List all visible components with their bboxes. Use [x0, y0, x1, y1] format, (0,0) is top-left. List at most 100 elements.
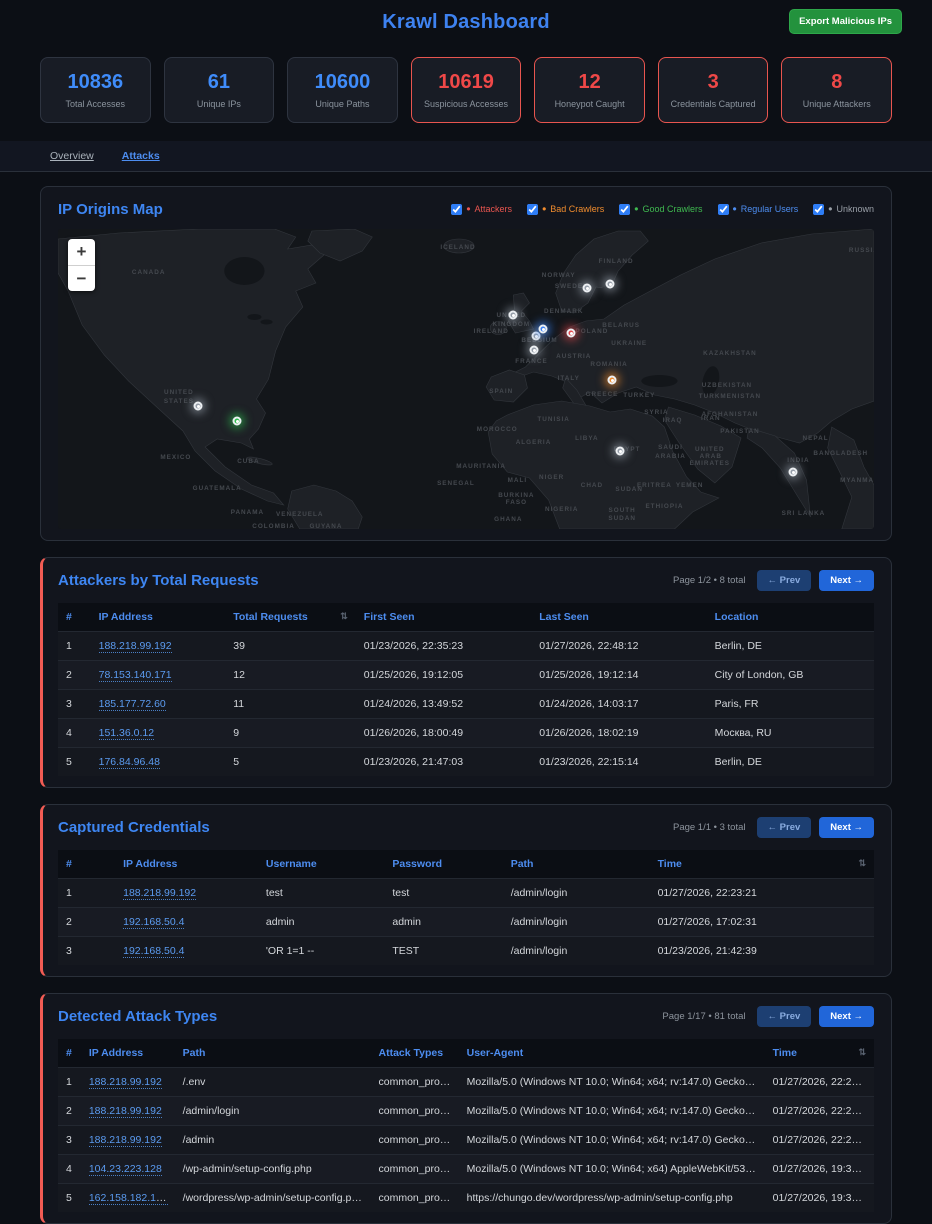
stat-card-suspicious-accesses: 10619Suspicious Accesses: [411, 57, 522, 123]
map-country-label: BURKINA: [498, 492, 534, 499]
map-country-label: NORWAY: [542, 272, 576, 279]
legend-checkbox-unknown[interactable]: [813, 204, 824, 215]
sort-icon[interactable]: ⇅: [340, 611, 348, 622]
table-row: 1188.218.99.192testtest/admin/login01/27…: [58, 879, 874, 908]
prev-page-button[interactable]: ← Prev: [757, 570, 812, 591]
data-table-captured-credentials: #IP AddressUsernamePasswordPathTime⇅1188…: [58, 850, 874, 965]
ip-address-link[interactable]: 188.218.99.192: [89, 1076, 162, 1089]
map-country-label: SUDAN: [615, 486, 643, 493]
map-marker-unknown[interactable]: [606, 280, 615, 289]
next-page-button[interactable]: Next →: [819, 817, 874, 838]
ip-address-link[interactable]: 162.158.182.104: [89, 1192, 168, 1205]
map-country-label: CANADA: [132, 269, 165, 276]
tab-attacks[interactable]: Attacks: [122, 150, 160, 162]
ip-address-link[interactable]: 78.153.140.171: [99, 669, 172, 682]
legend-item-bad-crawlers: •Bad Crawlers: [527, 204, 604, 215]
ip-address-link[interactable]: 151.36.0.12: [99, 727, 154, 740]
sort-icon[interactable]: ⇅: [858, 1047, 866, 1058]
column-header-time[interactable]: Time⇅: [650, 850, 874, 879]
map-country-label: FINLAND: [599, 258, 634, 265]
next-page-button[interactable]: Next →: [819, 1006, 874, 1027]
column-header-first-seen: First Seen: [356, 603, 531, 632]
map-country-label: COLOMBIA: [252, 523, 295, 529]
ip-address-link[interactable]: 188.218.99.192: [89, 1105, 162, 1118]
map-marker-unknown[interactable]: [616, 447, 625, 456]
prev-page-button[interactable]: ← Prev: [757, 1006, 812, 1027]
pager: Page 1/17 • 81 total← PrevNext →: [662, 1006, 874, 1027]
ip-address-link[interactable]: 176.84.96.48: [99, 756, 160, 769]
ip-address-link[interactable]: 188.218.99.192: [99, 640, 172, 653]
stat-label: Unique Paths: [315, 99, 369, 109]
world-map[interactable]: CANADAUNITEDSTATESMEXICOCUBAGUATEMALAPAN…: [58, 229, 874, 529]
map-marker-unknown[interactable]: [789, 468, 798, 477]
zoom-out-button[interactable]: −: [68, 265, 95, 291]
map-marker-unknown[interactable]: [583, 284, 592, 293]
next-page-button[interactable]: Next →: [819, 570, 874, 591]
stat-label: Honeypot Caught: [555, 99, 625, 109]
map-country-label: RUSSIA: [849, 247, 874, 254]
column-header-time[interactable]: Time⇅: [765, 1039, 874, 1068]
panel-captured-credentials: Captured CredentialsPage 1/1 • 3 total← …: [40, 804, 892, 977]
export-malicious-ips-button[interactable]: Export Malicious IPs: [789, 9, 902, 34]
map-marker-good_crawler[interactable]: [233, 417, 242, 426]
zoom-in-button[interactable]: +: [68, 239, 95, 265]
ip-address-link[interactable]: 192.168.50.4: [123, 916, 184, 929]
map-country-label: SAUDI: [658, 444, 683, 451]
legend-checkbox-good-crawlers[interactable]: [619, 204, 630, 215]
map-marker-attacker[interactable]: [567, 329, 576, 338]
map-country-label: POLAND: [576, 328, 609, 335]
sort-icon[interactable]: ⇅: [858, 858, 866, 869]
map-country-label: VENEZUELA: [276, 511, 323, 518]
app-header: Krawl Dashboard Export Malicious IPs: [0, 0, 932, 44]
tables-root: Attackers by Total RequestsPage 1/2 • 8 …: [0, 557, 932, 1224]
map-marker-unknown[interactable]: [509, 311, 518, 320]
map-panel-title: IP Origins Map: [58, 201, 163, 218]
map-country-label: ALGERIA: [516, 439, 552, 446]
map-marker-unknown[interactable]: [532, 332, 541, 341]
column-header-path: Path: [175, 1039, 371, 1068]
map-marker-bad_crawler[interactable]: [608, 376, 617, 385]
map-country-label: CUBA: [237, 458, 259, 465]
map-country-label: SRI LANKA: [782, 510, 826, 517]
map-country-label: SOUTH: [609, 507, 636, 514]
table-row: 5176.84.96.48501/23/2026, 21:47:0301/23/…: [58, 748, 874, 777]
map-marker-regular_user[interactable]: [539, 325, 548, 334]
column-header-: #: [58, 850, 115, 879]
map-marker-unknown[interactable]: [530, 346, 539, 355]
table-row: 2188.218.99.192/admin/logincommon_probes…: [58, 1097, 874, 1126]
prev-page-button[interactable]: ← Prev: [757, 817, 812, 838]
legend-checkbox-bad-crawlers[interactable]: [527, 204, 538, 215]
map-country-label: ETHIOPIA: [645, 503, 683, 510]
map-country-label: IRAN: [701, 415, 721, 422]
tab-overview[interactable]: Overview: [50, 150, 94, 162]
map-country-label: NIGERIA: [545, 506, 578, 513]
map-marker-unknown[interactable]: [194, 402, 203, 411]
stat-card-honeypot-caught: 12Honeypot Caught: [534, 57, 645, 123]
stat-value: 10836: [67, 71, 123, 94]
ip-address-link[interactable]: 185.177.72.60: [99, 698, 166, 711]
column-header-total-requests[interactable]: Total Requests⇅: [225, 603, 356, 632]
map-country-label: FASO: [506, 499, 527, 506]
map-country-label: BELARUS: [602, 322, 640, 329]
ip-address-link[interactable]: 192.168.50.4: [123, 945, 184, 958]
legend-item-unknown: •Unknown: [813, 204, 874, 215]
ip-address-link[interactable]: 188.218.99.192: [89, 1134, 162, 1147]
map-country-label: FRANCE: [515, 358, 547, 365]
page-info: Page 1/2 • 8 total: [673, 575, 746, 586]
ip-address-link[interactable]: 104.23.223.128: [89, 1163, 162, 1176]
panel-detected-attack-types: Detected Attack TypesPage 1/17 • 81 tota…: [40, 993, 892, 1224]
stat-label: Unique Attackers: [803, 99, 871, 109]
stat-value: 3: [708, 71, 719, 94]
legend-checkbox-attackers[interactable]: [451, 204, 462, 215]
column-header-attack-types: Attack Types: [371, 1039, 459, 1068]
ip-address-link[interactable]: 188.218.99.192: [123, 887, 196, 900]
legend-checkbox-regular-users[interactable]: [718, 204, 729, 215]
stat-value: 10619: [438, 71, 494, 94]
pager: Page 1/1 • 3 total← PrevNext →: [673, 817, 874, 838]
data-table-attackers-by-total-requests: #IP AddressTotal Requests⇅First SeenLast…: [58, 603, 874, 776]
legend-label: Good Crawlers: [643, 204, 703, 214]
map-country-label: AUSTRIA: [556, 353, 591, 360]
map-country-label: MALI: [508, 477, 528, 484]
map-country-label: PAKISTAN: [720, 428, 760, 435]
stat-card-credentials-captured: 3Credentials Captured: [658, 57, 769, 123]
